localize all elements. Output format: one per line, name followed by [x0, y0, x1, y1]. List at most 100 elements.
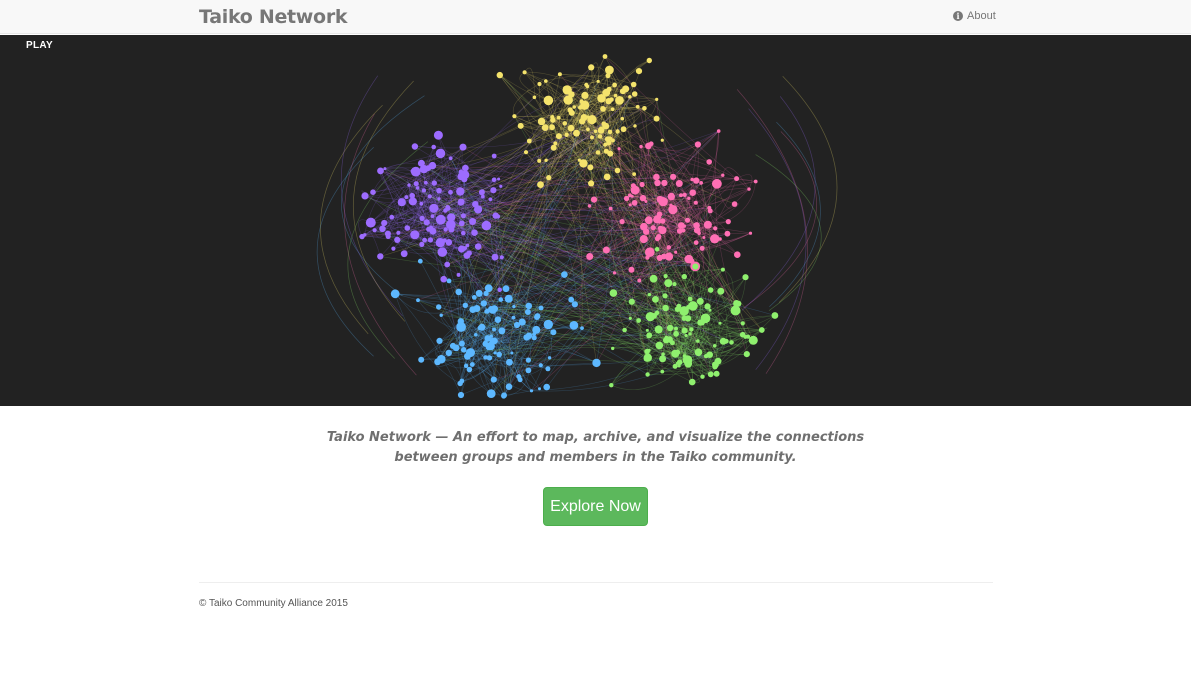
network-node[interactable] — [662, 304, 669, 312]
network-node[interactable] — [628, 193, 632, 197]
network-node[interactable] — [602, 88, 611, 97]
network-node[interactable] — [693, 200, 698, 205]
network-node[interactable] — [747, 187, 751, 191]
network-node[interactable] — [427, 194, 432, 199]
network-node[interactable] — [491, 153, 497, 159]
network-node[interactable] — [699, 181, 703, 185]
network-node[interactable] — [469, 218, 477, 225]
network-node[interactable] — [660, 218, 666, 224]
network-node[interactable] — [422, 237, 427, 243]
network-node[interactable] — [411, 143, 419, 150]
network-node[interactable] — [474, 333, 478, 337]
network-node[interactable] — [537, 81, 542, 87]
network-node[interactable] — [550, 144, 557, 151]
network-node[interactable] — [612, 82, 617, 88]
network-node[interactable] — [562, 121, 568, 126]
network-node[interactable] — [636, 318, 641, 323]
network-node[interactable] — [460, 170, 470, 179]
network-node[interactable] — [724, 230, 731, 237]
network-node[interactable] — [484, 335, 492, 342]
network-node[interactable] — [660, 369, 665, 374]
network-node[interactable] — [654, 325, 663, 334]
network-node[interactable] — [549, 124, 555, 131]
network-node[interactable] — [456, 272, 461, 277]
network-node[interactable] — [667, 192, 675, 201]
network-node[interactable] — [416, 298, 420, 303]
network-node[interactable] — [682, 355, 693, 365]
network-node[interactable] — [460, 213, 466, 219]
network-node[interactable] — [730, 305, 741, 316]
network-node[interactable] — [646, 334, 651, 339]
network-node[interactable] — [687, 196, 691, 200]
network-node[interactable] — [524, 309, 531, 315]
network-node[interactable] — [573, 129, 580, 137]
network-node[interactable] — [491, 337, 498, 345]
network-node[interactable] — [446, 278, 452, 284]
network-node[interactable] — [718, 321, 722, 325]
network-node[interactable] — [419, 165, 429, 174]
network-node[interactable] — [464, 352, 471, 360]
network-node[interactable] — [630, 185, 640, 195]
network-node[interactable] — [389, 214, 395, 220]
network-node[interactable] — [704, 303, 711, 310]
network-node[interactable] — [605, 65, 614, 75]
network-node[interactable] — [497, 177, 501, 181]
network-node[interactable] — [529, 389, 534, 393]
network-node[interactable] — [647, 292, 652, 297]
network-node[interactable] — [688, 332, 692, 336]
network-node[interactable] — [588, 180, 595, 187]
network-node[interactable] — [628, 266, 635, 273]
network-node[interactable] — [410, 168, 415, 174]
network-node[interactable] — [463, 363, 469, 368]
network-node[interactable] — [687, 296, 693, 302]
network-node[interactable] — [617, 147, 621, 151]
network-node[interactable] — [664, 335, 669, 340]
network-node[interactable] — [597, 134, 603, 139]
network-node[interactable] — [739, 331, 746, 338]
network-node[interactable] — [720, 267, 725, 272]
network-node[interactable] — [734, 251, 741, 258]
network-node[interactable] — [587, 164, 594, 171]
network-node[interactable] — [602, 122, 610, 130]
network-node[interactable] — [569, 321, 579, 330]
network-node[interactable] — [674, 306, 681, 313]
network-node[interactable] — [588, 64, 595, 71]
network-node[interactable] — [435, 148, 446, 159]
network-node[interactable] — [537, 181, 544, 189]
network-node[interactable] — [654, 179, 661, 187]
network-node[interactable] — [735, 300, 742, 307]
network-node[interactable] — [717, 287, 725, 295]
network-node[interactable] — [645, 255, 650, 260]
network-node[interactable] — [603, 173, 611, 181]
network-node[interactable] — [706, 159, 712, 165]
network-node[interactable] — [490, 187, 497, 194]
network-node[interactable] — [702, 236, 706, 239]
network-node[interactable] — [758, 327, 765, 333]
network-node[interactable] — [490, 376, 497, 383]
network-node[interactable] — [469, 362, 475, 367]
network-node[interactable] — [668, 205, 678, 215]
network-node[interactable] — [703, 220, 712, 229]
network-node[interactable] — [590, 135, 594, 140]
network-node[interactable] — [436, 187, 442, 194]
network-node[interactable] — [553, 141, 558, 146]
network-node[interactable] — [649, 274, 658, 283]
network-node[interactable] — [497, 287, 503, 293]
network-node[interactable] — [578, 105, 583, 110]
network-node[interactable] — [684, 315, 692, 322]
network-node[interactable] — [645, 142, 652, 150]
network-node[interactable] — [623, 195, 630, 202]
network-node[interactable] — [372, 228, 377, 233]
network-node[interactable] — [458, 200, 464, 206]
network-node[interactable] — [605, 98, 612, 105]
network-node[interactable] — [666, 245, 672, 250]
network-node[interactable] — [666, 324, 674, 332]
network-node[interactable] — [418, 356, 425, 363]
network-node[interactable] — [562, 85, 569, 92]
network-node[interactable] — [681, 228, 686, 233]
network-node[interactable] — [731, 201, 738, 207]
network-node[interactable] — [681, 327, 688, 334]
network-node[interactable] — [642, 106, 647, 111]
network-node[interactable] — [491, 253, 499, 261]
network-node[interactable] — [478, 189, 485, 196]
